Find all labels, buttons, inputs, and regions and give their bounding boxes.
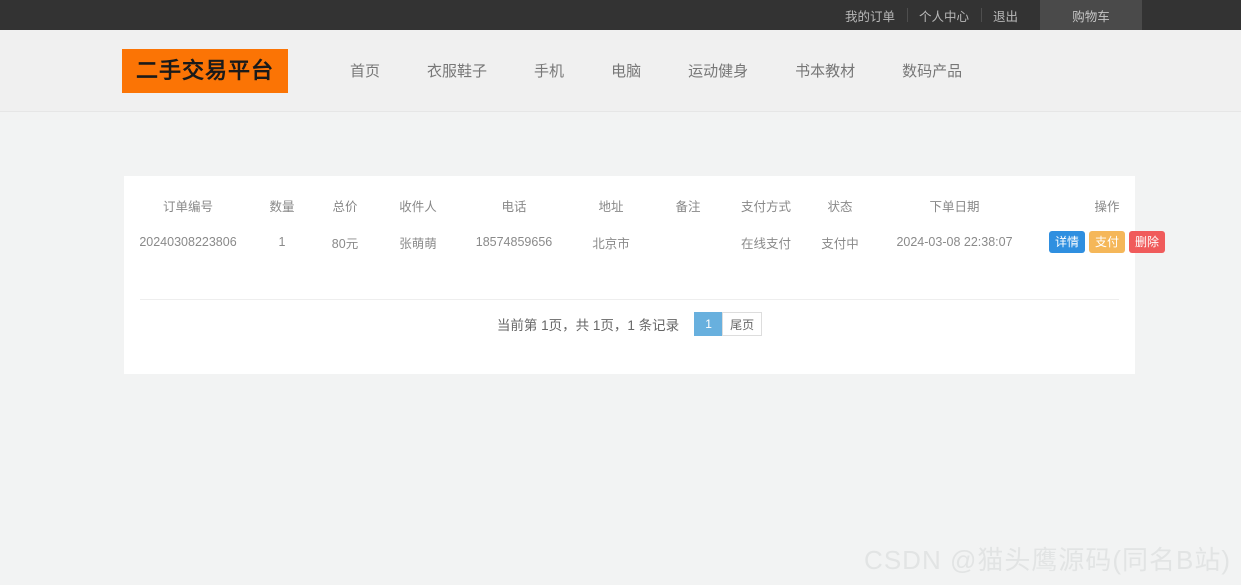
pagination: 当前第 1页，共 1页，1 条记录 1 尾页 (124, 312, 1135, 336)
orders-table-head: 订单编号 数量 总价 收件人 电话 地址 备注 支付方式 状态 下单日期 操作 (124, 176, 1177, 223)
cell-quantity: 1 (278, 235, 286, 249)
topbar-link-my-orders[interactable]: 我的订单 (833, 0, 907, 30)
cell-remark (652, 223, 724, 261)
orders-table: 订单编号 数量 总价 收件人 电话 地址 备注 支付方式 状态 下单日期 操作 … (124, 176, 1177, 261)
pagination-buttons: 1 尾页 (694, 312, 763, 336)
column-header-pay-method: 支付方式 (740, 200, 791, 214)
watermark: CSDN @猫头鹰源码(同名B站) (864, 545, 1231, 575)
topbar-right-spacer (1142, 0, 1241, 30)
pagination-last-page[interactable]: 尾页 (722, 312, 763, 336)
cell-phone: 18574859656 (475, 235, 553, 249)
table-header-row: 订单编号 数量 总价 收件人 电话 地址 备注 支付方式 状态 下单日期 操作 (124, 176, 1177, 223)
table-row: 20240308223806 1 80元 张萌萌 18574859656 北京市… (124, 223, 1177, 261)
row-action-buttons: 详情 支付 删除 (1039, 231, 1175, 253)
column-header-address: 地址 (598, 200, 624, 214)
main-nav: 首页 衣服鞋子 手机 电脑 运动健身 书本教材 数码产品 (350, 54, 962, 87)
column-header-remark: 备注 (675, 200, 701, 214)
topbar-link-logout[interactable]: 退出 (980, 0, 1030, 30)
nav-item-home[interactable]: 首页 (350, 54, 380, 87)
pagination-page-1[interactable]: 1 (694, 312, 724, 336)
nav-item-sports-fitness[interactable]: 运动健身 (688, 54, 748, 87)
column-header-actions: 操作 (1094, 200, 1120, 214)
column-header-order-date: 下单日期 (929, 200, 980, 214)
pagination-summary: 当前第 1页，共 1页，1 条记录 (496, 318, 680, 333)
topbar-link-profile[interactable]: 个人中心 (906, 0, 981, 30)
cart-button[interactable]: 购物车 (1040, 0, 1142, 30)
cell-receiver: 张萌萌 (399, 236, 437, 251)
cell-order-date: 2024-03-08 22:38:07 (896, 235, 1013, 249)
site-logo[interactable]: 二手交易平台 (122, 48, 289, 93)
delete-button[interactable]: 删除 (1129, 231, 1166, 253)
cell-order-no: 20240308223806 (139, 235, 237, 249)
nav-item-clothing-shoes[interactable]: 衣服鞋子 (427, 54, 487, 87)
cell-address: 北京市 (592, 236, 630, 251)
column-header-total: 总价 (332, 200, 358, 214)
pay-button[interactable]: 支付 (1088, 231, 1125, 253)
column-header-order-no: 订单编号 (162, 200, 213, 214)
column-header-status: 状态 (827, 200, 853, 214)
cell-status: 支付中 (821, 236, 859, 251)
cell-actions: 详情 支付 删除 (1037, 223, 1177, 261)
column-header-receiver: 收件人 (399, 200, 437, 214)
site-header: 二手交易平台 首页 衣服鞋子 手机 电脑 运动健身 书本教材 数码产品 (0, 30, 1241, 112)
nav-item-books-textbooks[interactable]: 书本教材 (795, 54, 855, 87)
detail-button[interactable]: 详情 (1048, 231, 1085, 253)
nav-item-digital-products[interactable]: 数码产品 (902, 54, 962, 87)
column-header-phone: 电话 (501, 200, 527, 214)
nav-item-computers[interactable]: 电脑 (611, 54, 641, 87)
orders-card: 订单编号 数量 总价 收件人 电话 地址 备注 支付方式 状态 下单日期 操作 … (124, 176, 1166, 374)
cell-total: 80元 (331, 236, 359, 251)
cell-pay-method: 在线支付 (740, 236, 791, 251)
top-utility-bar: 我的订单 个人中心 退出 购物车 (0, 0, 1241, 30)
nav-item-phones[interactable]: 手机 (534, 54, 564, 87)
table-footer-divider (140, 299, 1119, 300)
topbar-link-group: 我的订单 个人中心 退出 (833, 0, 1030, 30)
orders-table-body: 20240308223806 1 80元 张萌萌 18574859656 北京市… (124, 223, 1177, 261)
column-header-quantity: 数量 (269, 200, 295, 214)
